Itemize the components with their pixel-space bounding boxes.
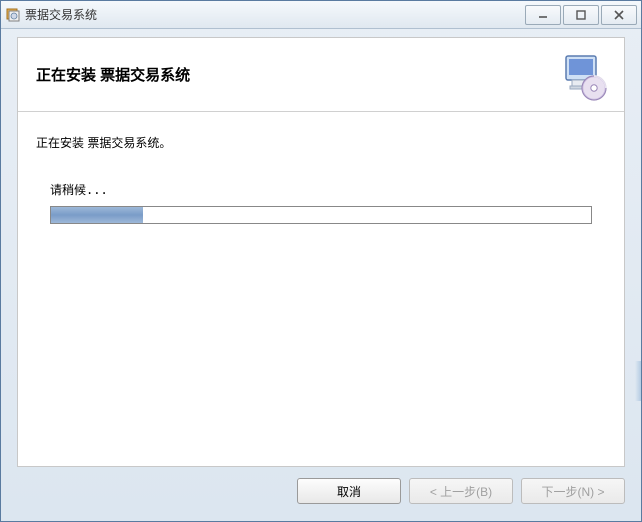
scroll-edge-glow	[635, 361, 641, 401]
status-text: 正在安装 票据交易系统。	[36, 134, 606, 151]
progress-fill	[51, 207, 143, 223]
header-section: 正在安装 票据交易系统	[18, 38, 624, 112]
page-title: 正在安装 票据交易系统	[36, 64, 190, 85]
maximize-button[interactable]	[563, 5, 599, 25]
cancel-button[interactable]: 取消	[297, 478, 401, 504]
close-button[interactable]	[601, 5, 637, 25]
window-title: 票据交易系统	[25, 6, 525, 23]
back-button: < 上一步(B)	[409, 478, 513, 504]
progress-bar	[50, 206, 592, 224]
installer-window: 票据交易系统 正在安装 票据交易系统	[0, 0, 642, 522]
window-controls	[525, 5, 637, 25]
next-button: 下一步(N) >	[521, 478, 625, 504]
titlebar[interactable]: 票据交易系统	[1, 1, 641, 29]
footer-buttons: 取消 < 上一步(B) 下一步(N) >	[17, 473, 625, 509]
body-section: 正在安装 票据交易系统。 请稍候...	[18, 112, 624, 246]
content-panel: 正在安装 票据交易系统 正在安装 票据交易系统。 请稍候...	[17, 37, 625, 467]
wait-label: 请稍候...	[50, 181, 606, 198]
installer-icon	[5, 7, 21, 23]
computer-disc-icon	[560, 52, 610, 102]
minimize-button[interactable]	[525, 5, 561, 25]
